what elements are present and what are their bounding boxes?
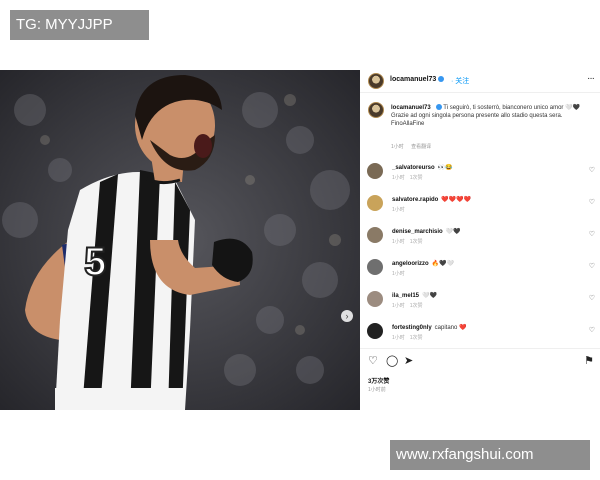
comment-meta: 1小时 1次赞 — [392, 238, 428, 245]
comment-text: _salvatoreurso 👀😂 — [392, 164, 453, 171]
comment-body: 🔥🖤🤍 — [431, 261, 455, 267]
post-side-panel: locamanuel73 · 关注 ··· locamanuel73 Ti se… — [360, 70, 600, 410]
post-date: 1小时前 — [368, 387, 386, 393]
actions-divider — [360, 348, 600, 349]
comment-item: _salvatoreurso 👀😂 1小时 1次赞 ♡ — [360, 162, 600, 186]
watermark-bottom: www.rxfangshui.com — [390, 440, 590, 470]
post-username[interactable]: locamanuel73 — [390, 76, 445, 83]
bookmark-icon[interactable]: ⚑ — [584, 354, 594, 368]
caption-body: Ti seguirò, ti sosterrò, bianconero unic… — [443, 105, 581, 111]
heart-icon[interactable]: ♡ — [589, 294, 595, 302]
comment-avatar[interactable] — [367, 259, 383, 275]
comment-username[interactable]: salvatore.rapido — [392, 197, 438, 203]
comment-text: denise_marchisio 🤍🖤 — [392, 228, 461, 235]
comment-item: salvatore.rapido ❤️❤️❤️❤️ 1小时 ♡ — [360, 194, 600, 218]
comment-text: ila_mel15 🤍🖤 — [392, 292, 437, 299]
comment-body: 👀😂 — [437, 165, 453, 171]
comment-item: angeloorizzo 🔥🖤🤍 1小时 ♡ — [360, 258, 600, 282]
comment-avatar[interactable] — [367, 195, 383, 211]
comment-like-count[interactable]: 1次赞 — [410, 335, 423, 341]
header-divider — [360, 92, 600, 93]
comment-username[interactable]: ila_mel15 — [392, 293, 419, 299]
heart-icon[interactable]: ♡ — [589, 166, 595, 174]
heart-icon[interactable]: ♡ — [589, 262, 595, 270]
comment-username[interactable]: fortesting0nly — [392, 325, 432, 331]
comment-text: fortesting0nly capitano ❤️ — [392, 324, 467, 331]
follow-label[interactable]: 关注 — [455, 78, 469, 85]
more-horizontal-icon[interactable]: ··· — [587, 73, 595, 84]
follow-button[interactable]: · 关注 — [451, 76, 469, 86]
comment-time: 1小时 — [392, 239, 405, 245]
comment-item: fortesting0nly capitano ❤️ 1小时 1次赞 ♡ — [360, 322, 600, 346]
comment-avatar[interactable] — [367, 323, 383, 339]
comment-username[interactable]: angeloorizzo — [392, 261, 429, 267]
comment-text: salvatore.rapido ❤️❤️❤️❤️ — [392, 196, 471, 203]
avatar[interactable] — [368, 73, 384, 89]
comment-avatar[interactable] — [367, 163, 383, 179]
send-icon[interactable]: ➤ — [404, 354, 413, 368]
caption-avatar[interactable] — [368, 102, 384, 118]
comment-item: denise_marchisio 🤍🖤 1小时 1次赞 ♡ — [360, 226, 600, 250]
comment-meta: 1小时 — [392, 270, 410, 277]
comment-meta: 1小时 1次赞 — [392, 302, 428, 309]
player-illustration: 5 — [0, 70, 360, 410]
comment-meta: 1小时 1次赞 — [392, 334, 428, 341]
caption-body-2: Grazie ad ogni singola persona presente … — [391, 113, 563, 127]
comment-item: ila_mel15 🤍🖤 1小时 1次赞 ♡ — [360, 290, 600, 314]
comment-like-count[interactable]: 1次赞 — [410, 175, 423, 181]
comment-avatar[interactable] — [367, 291, 383, 307]
comment-time: 1小时 — [392, 271, 405, 277]
post-actions: ♡ ◯ ➤ ⚑ — [360, 354, 600, 370]
watermark-top: TG: MYYJJPP — [10, 10, 149, 40]
like-count[interactable]: 3万次赞 — [368, 376, 389, 385]
caption-username[interactable]: locamanuel73 — [391, 105, 431, 111]
caption-text: locamanuel73 Ti seguirò, ti sosterrò, bi… — [391, 104, 597, 128]
comment-body: capitano ❤️ — [434, 325, 467, 331]
comment-username[interactable]: _salvatoreurso — [392, 165, 435, 171]
caption-meta: 1小时 查看翻译 — [391, 143, 437, 150]
comment-time: 1小时 — [392, 335, 405, 341]
comment-text: angeloorizzo 🔥🖤🤍 — [392, 260, 454, 267]
comment-like-count[interactable]: 1次赞 — [410, 239, 423, 245]
heart-icon[interactable]: ♡ — [589, 230, 595, 238]
comment-body: 🤍🖤 — [422, 293, 437, 299]
comment-like-count[interactable]: 1次赞 — [410, 303, 423, 309]
comment-meta: 1小时 — [392, 206, 410, 213]
comment-meta: 1小时 1次赞 — [392, 174, 428, 181]
heart-icon[interactable]: ♡ — [368, 354, 378, 368]
comment-username[interactable]: denise_marchisio — [392, 229, 443, 235]
post-header: locamanuel73 · 关注 ··· — [360, 70, 600, 92]
screenshot-stage: TG: MYYJJPP 5 › locamanuel73 · 关注 ··· lo… — [0, 0, 600, 480]
verified-icon — [438, 76, 445, 83]
username-text[interactable]: locamanuel73 — [390, 76, 436, 83]
comment-time: 1小时 — [392, 175, 405, 181]
heart-icon[interactable]: ♡ — [589, 198, 595, 206]
comment-body: 🤍🖤 — [445, 229, 461, 235]
translate-link[interactable]: 查看翻译 — [411, 144, 431, 150]
comment-time: 1小时 — [392, 303, 405, 309]
verified-icon — [435, 104, 442, 111]
svg-text:5: 5 — [84, 240, 106, 284]
caption-time: 1小时 — [391, 144, 404, 150]
comment-time: 1小时 — [392, 207, 405, 213]
comment-body: ❤️❤️❤️❤️ — [441, 197, 472, 203]
comment-icon[interactable]: ◯ — [386, 354, 398, 368]
post-caption: locamanuel73 Ti seguirò, ti sosterrò, bi… — [360, 100, 600, 156]
comment-avatar[interactable] — [367, 227, 383, 243]
post-photo[interactable]: 5 › — [0, 70, 360, 410]
chevron-right-icon[interactable]: › — [341, 310, 353, 322]
heart-icon[interactable]: ♡ — [589, 326, 595, 334]
